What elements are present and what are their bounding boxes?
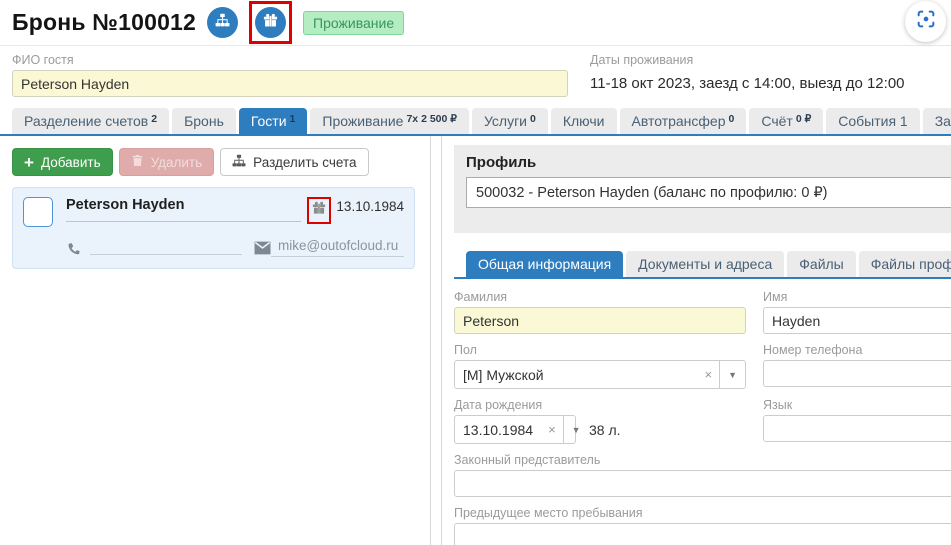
- guest-birth-date: 13.10.1984: [336, 197, 404, 214]
- tab-documents-addresses[interactable]: Документы и адреса: [626, 251, 784, 277]
- tab-badge: 0: [530, 113, 536, 125]
- profile-title: Профиль: [466, 154, 951, 171]
- profile-panel: Профиль 500032 - Peterson Hayden (баланс…: [442, 136, 951, 545]
- previous-place-label: Предыдущее место пребывания: [454, 506, 951, 520]
- gender-select[interactable]: [М] Мужской × ▼: [454, 360, 746, 389]
- scan-icon: [915, 8, 937, 35]
- tab-badge: 0 ₽: [796, 113, 811, 125]
- tab-general-info[interactable]: Общая информация: [466, 251, 623, 277]
- tab-invoice[interactable]: Счёт0 ₽: [749, 108, 823, 134]
- last-name-input[interactable]: [454, 307, 746, 334]
- gift-icon[interactable]: [312, 201, 326, 220]
- guest-name[interactable]: Peterson Hayden: [66, 197, 301, 222]
- guest-card[interactable]: Peterson Hayden 13.10.1984: [12, 187, 415, 269]
- first-name-input[interactable]: [763, 307, 951, 334]
- clear-icon[interactable]: ×: [697, 367, 719, 382]
- delete-guest-button[interactable]: Удалить: [119, 148, 215, 176]
- tab-badge: 2: [151, 113, 157, 125]
- status-badge: Проживание: [303, 11, 404, 35]
- previous-place-input[interactable]: [454, 523, 951, 545]
- guest-age: 38 л.: [589, 422, 621, 438]
- guest-name-input[interactable]: [12, 70, 568, 97]
- gender-label: Пол: [454, 343, 746, 357]
- tab-split-accounts[interactable]: Разделение счетов2: [12, 108, 169, 134]
- legal-representative-input[interactable]: [454, 470, 951, 497]
- chevron-down-icon[interactable]: ▼: [719, 361, 745, 388]
- page-title: Бронь №100012: [12, 9, 196, 36]
- birth-date-select[interactable]: 13.10.1984 × ▼: [454, 415, 576, 444]
- split-accounts-button[interactable]: [207, 7, 238, 38]
- tab-badge: 1: [290, 113, 296, 125]
- phone-icon: [66, 240, 82, 256]
- phone-number-label: Номер телефона: [763, 343, 951, 357]
- guests-panel: + Добавить Удалить: [0, 136, 431, 545]
- guest-name-label: ФИО гостя: [12, 53, 568, 67]
- tab-files[interactable]: Файлы: [787, 251, 855, 277]
- booking-header: Бронь №100012: [0, 0, 951, 46]
- profile-tabs: Общая информация Документы и адреса Файл…: [454, 251, 951, 279]
- gift-icon: [263, 13, 278, 33]
- tab-tasks[interactable]: Задачи: [923, 108, 951, 134]
- tab-accommodation[interactable]: Проживание7x 2 500 ₽: [310, 108, 469, 134]
- tab-badge: 7x 2 500 ₽: [406, 113, 456, 125]
- loyalty-gift-button[interactable]: [255, 7, 286, 38]
- first-name-label: Имя: [763, 290, 951, 304]
- tab-guests[interactable]: Гости1: [239, 108, 308, 134]
- tab-booking[interactable]: Бронь: [172, 108, 236, 134]
- gift-button-highlight: [249, 1, 292, 44]
- guest-checkbox[interactable]: [23, 197, 53, 227]
- tab-autotransfer[interactable]: Автотрансфер0: [620, 108, 747, 134]
- tab-profile-files[interactable]: Файлы профиля: [859, 251, 951, 277]
- legal-representative-label: Законный представитель: [454, 453, 951, 467]
- guest-gift-highlight: [307, 197, 331, 224]
- trash-icon: [131, 154, 144, 170]
- tab-keys[interactable]: Ключи: [551, 108, 617, 134]
- plus-icon: +: [24, 154, 34, 171]
- screen-capture-button[interactable]: [905, 1, 946, 42]
- sitemap-icon: [232, 154, 246, 171]
- sitemap-icon: [215, 13, 230, 33]
- tab-services[interactable]: Услуги0: [472, 108, 548, 134]
- guest-email[interactable]: mike@outofcloud.ru: [271, 238, 404, 257]
- envelope-icon: [254, 241, 271, 255]
- stay-dates-value: 11-18 окт 2023, заезд с 14:00, выезд до …: [590, 70, 939, 92]
- chevron-down-icon[interactable]: ▼: [563, 416, 589, 443]
- tab-badge: 0: [729, 113, 735, 125]
- last-name-label: Фамилия: [454, 290, 746, 304]
- language-input[interactable]: [763, 415, 951, 442]
- profile-select[interactable]: 500032 - Peterson Hayden (баланс по проф…: [466, 177, 951, 208]
- birth-date-label: Дата рождения: [454, 398, 746, 412]
- guest-phone-field[interactable]: [90, 240, 242, 255]
- tab-events[interactable]: События 1: [826, 108, 919, 134]
- split-accounts-toolbar-button[interactable]: Разделить счета: [220, 148, 368, 176]
- add-guest-button[interactable]: + Добавить: [12, 148, 113, 176]
- panel-splitter[interactable]: [431, 136, 442, 545]
- clear-icon[interactable]: ×: [541, 422, 563, 437]
- profile-box: Профиль 500032 - Peterson Hayden (баланс…: [454, 145, 951, 233]
- booking-tabs: Разделение счетов2 Бронь Гости1 Проживан…: [0, 108, 951, 136]
- phone-number-input[interactable]: [763, 360, 951, 387]
- booking-info-row: ФИО гостя Даты проживания 11-18 окт 2023…: [0, 46, 951, 108]
- stay-dates-label: Даты проживания: [590, 53, 939, 67]
- language-label: Язык: [763, 398, 951, 412]
